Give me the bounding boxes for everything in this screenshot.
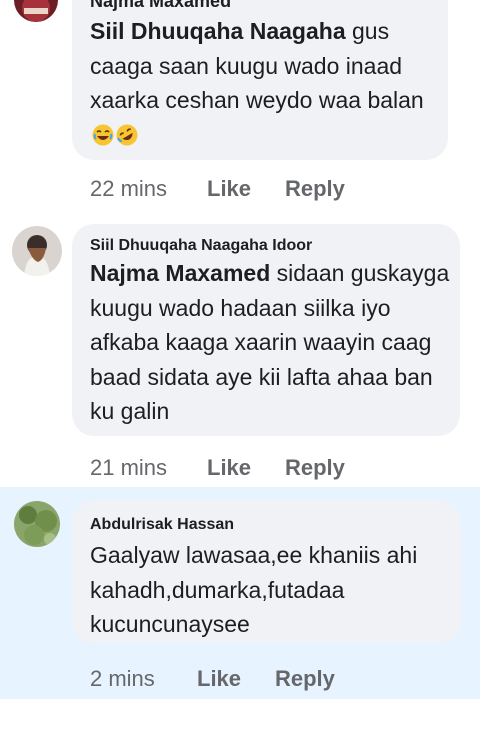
- rofl-face-icon: [116, 121, 138, 145]
- comment-timestamp: 22 mins: [90, 176, 168, 201]
- laughing-face-icon: [92, 121, 114, 145]
- like-button[interactable]: Like: [207, 455, 251, 481]
- mention-link[interactable]: Najma Maxamed: [90, 260, 270, 286]
- comment-meta: 22 mins Like Reply: [90, 176, 390, 202]
- avatar-najma-maxamed[interactable]: [14, 0, 58, 22]
- reply-button[interactable]: Reply: [275, 666, 335, 692]
- comment-timestamp: 2 mins: [90, 666, 155, 691]
- comment-meta: 2 mins Like Reply: [90, 666, 390, 692]
- like-button[interactable]: Like: [197, 666, 241, 692]
- comment-author[interactable]: Najma Maxamed: [90, 0, 231, 12]
- avatar-siil-dhuuqaha-naagaha[interactable]: [12, 226, 62, 276]
- reply-button[interactable]: Reply: [285, 176, 345, 202]
- comment-meta: 21 mins Like Reply: [90, 455, 390, 481]
- avatar-abdulrisak-hassan[interactable]: [14, 501, 60, 547]
- comment-author[interactable]: Siil Dhuuqaha Naagaha Idoor: [90, 237, 312, 255]
- comment-text: Gaalyaw lawasaa,ee khaniis ahi kahadh,du…: [90, 542, 418, 637]
- comment-text: Najma Maxamed sidaan guskayga kuugu wado…: [90, 256, 450, 429]
- comment-text: Siil Dhuuqaha Naagaha gus caaga saan kuu…: [90, 14, 435, 152]
- comment-author[interactable]: Abdulrisak Hassan: [90, 516, 234, 534]
- reply-button[interactable]: Reply: [285, 455, 345, 481]
- like-button[interactable]: Like: [207, 176, 251, 202]
- comment-timestamp: 21 mins: [90, 455, 168, 480]
- mention-link[interactable]: Siil Dhuuqaha Naagaha: [90, 18, 346, 44]
